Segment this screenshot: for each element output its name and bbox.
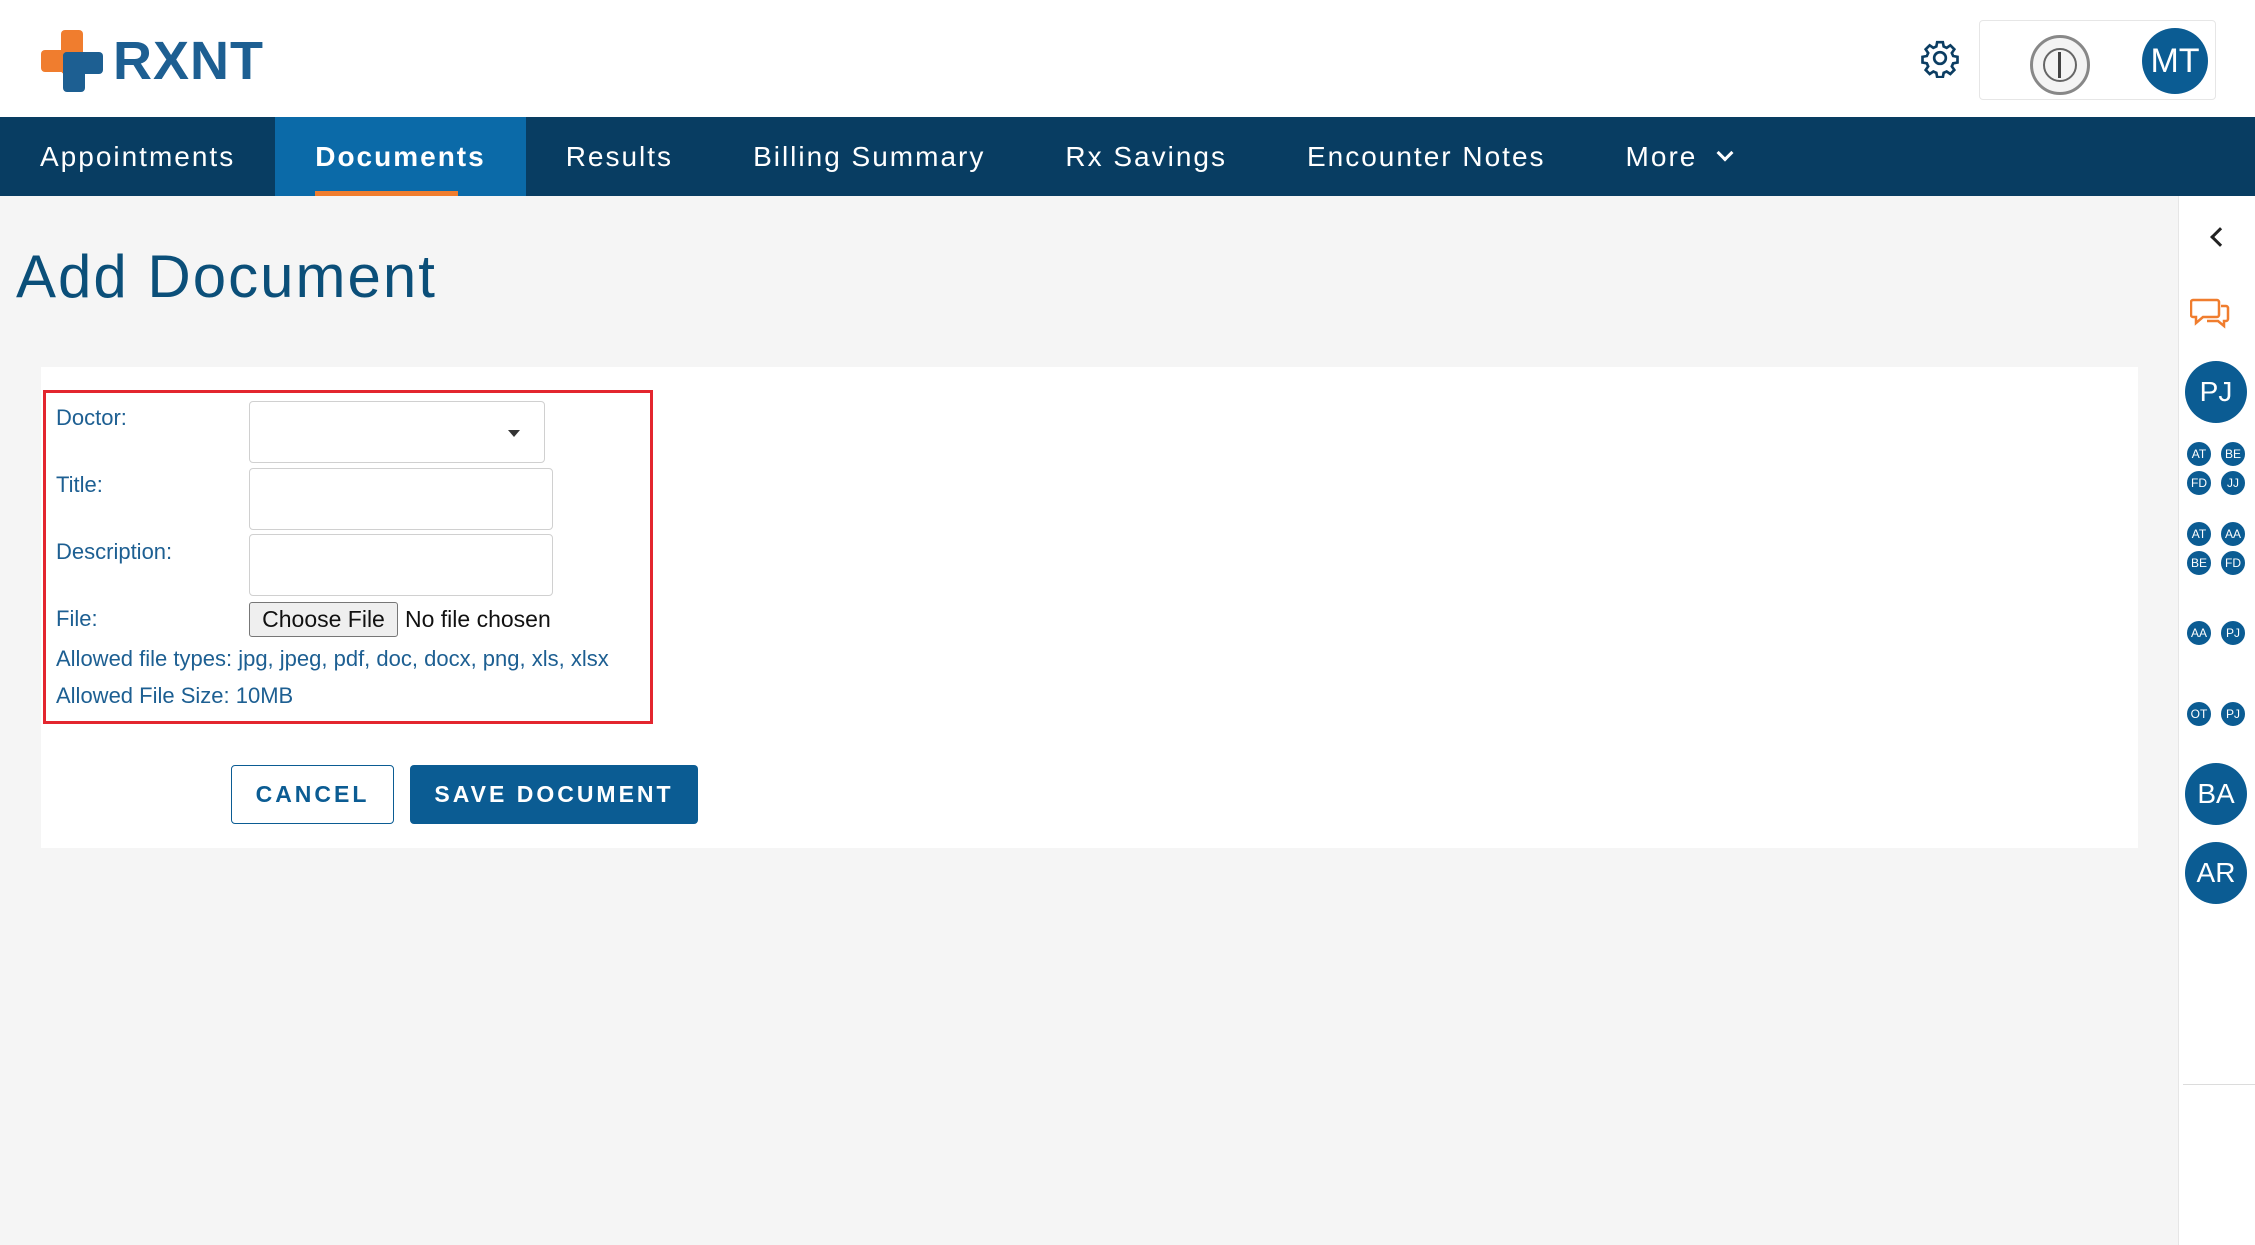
nav-rx-savings[interactable]: Rx Savings [1025,117,1267,196]
group-avatar-ot[interactable]: OT [2185,700,2213,728]
group-avatar-at[interactable]: AT [2185,440,2213,468]
doctor-select[interactable] [249,401,545,463]
title-label: Title: [56,472,103,497]
logo-cross-icon [41,30,103,92]
group-avatar-fd[interactable]: FD [2185,469,2213,497]
no-file-text: No file chosen [405,606,551,632]
rail-divider [2183,1084,2255,1085]
title-input[interactable] [249,468,553,530]
group-avatar-be[interactable]: BE [2185,549,2213,577]
caret-down-icon [508,430,520,437]
user-avatar[interactable]: MT [2142,28,2208,94]
nav-more-label: More [1625,140,1698,172]
group-avatar-aa[interactable]: AA [2219,520,2247,548]
file-label: File: [56,606,98,631]
description-label: Description: [56,539,173,564]
group-avatar-be[interactable]: BE [2219,440,2247,468]
chat-bubbles-icon[interactable] [2190,296,2230,332]
choose-file-button[interactable]: Choose File [249,602,398,637]
nav-encounter-notes[interactable]: Encounter Notes [1267,117,1586,196]
avatar-ba[interactable]: BA [2185,763,2247,825]
practice-switcher[interactable]: MT [1979,20,2216,100]
description-input[interactable] [249,534,553,596]
save-document-button[interactable]: SAVE DOCUMENT [410,765,698,824]
nav-billing-summary[interactable]: Billing Summary [713,117,1025,196]
nav-results[interactable]: Results [526,117,713,196]
allowed-types-text: Allowed file types: jpg, jpeg, pdf, doc,… [56,646,609,671]
cancel-button[interactable]: CANCEL [231,765,394,824]
doctor-label: Doctor: [56,405,127,430]
rxnt-logo[interactable]: RXNT [41,30,264,92]
main-nav: Appointments Documents Results Billing S… [0,117,2255,196]
allowed-size-text: Allowed File Size: 10MB [56,683,294,708]
group-avatar-at[interactable]: AT [2185,520,2213,548]
group-avatar-fd[interactable]: FD [2219,549,2247,577]
nav-documents[interactable]: Documents [275,117,526,196]
group-avatar-pj[interactable]: PJ [2219,619,2247,647]
practice-seal-logo [2030,35,2090,95]
gear-icon[interactable] [1920,38,1960,78]
nav-appointments[interactable]: Appointments [0,117,275,196]
group-avatar-jj[interactable]: JJ [2219,469,2247,497]
app-header: RXNT MT [0,0,2255,117]
avatar-pj[interactable]: PJ [2185,361,2247,423]
nav-more[interactable]: More [1586,117,1772,196]
chevron-down-icon [1716,144,1734,161]
group-avatar-aa[interactable]: AA [2185,619,2213,647]
group-avatar-pj[interactable]: PJ [2219,700,2247,728]
logo-text: RXNT [113,31,264,91]
page-title: Add Document [16,243,437,310]
avatar-ar[interactable]: AR [2185,842,2247,904]
